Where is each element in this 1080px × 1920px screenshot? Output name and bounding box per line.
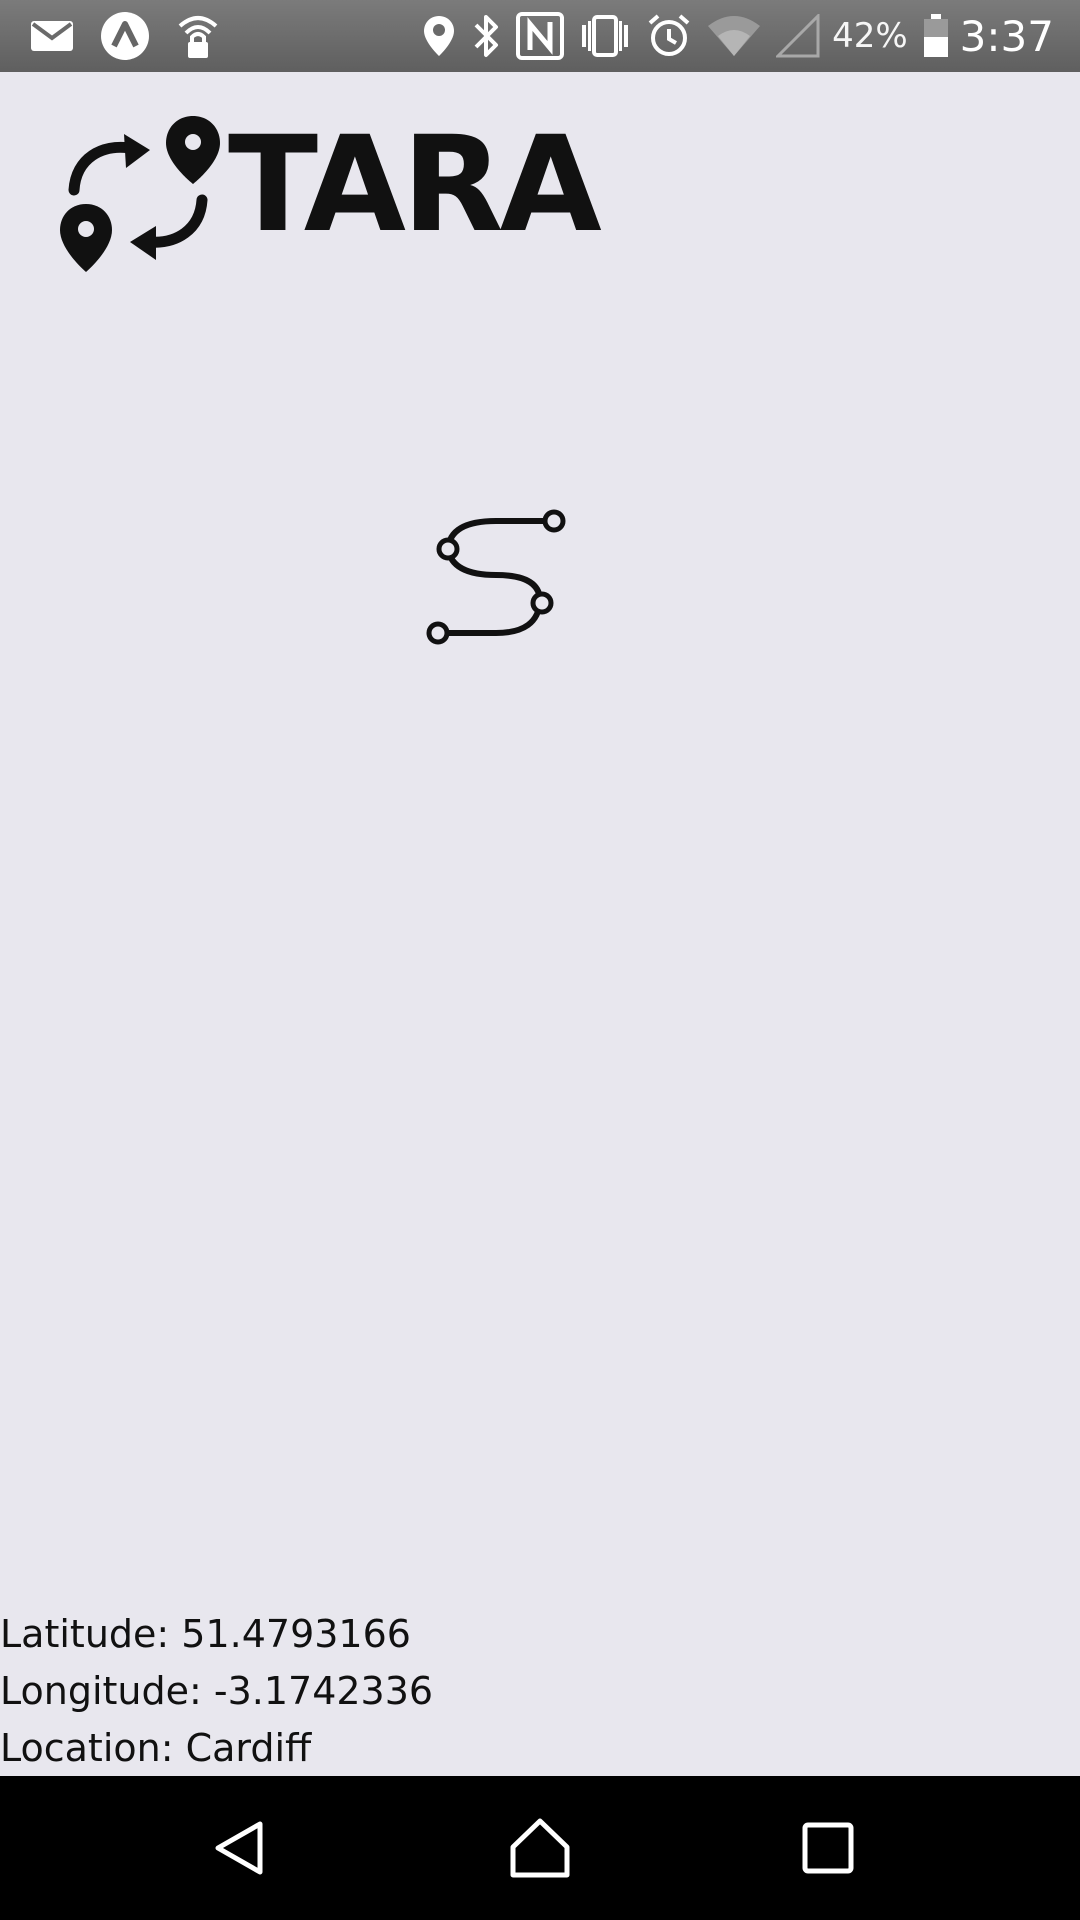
logo-text: TARA: [228, 112, 602, 262]
status-bar: 42% 3:37: [0, 0, 1080, 72]
cell-signal-icon: [776, 14, 820, 58]
wifi-icon: [706, 14, 762, 58]
app-notification-icon: [100, 11, 150, 61]
system-icons: 42% 3:37: [422, 0, 1054, 72]
home-button[interactable]: [490, 1798, 590, 1898]
battery-icon: [922, 13, 950, 59]
latitude-text: Latitude: 51.4793166: [0, 1612, 411, 1656]
location-pin-icon: [422, 14, 456, 58]
location-info: Latitude: 51.4793166 Longitude: -3.17423…: [0, 1606, 433, 1777]
nfc-icon: [516, 12, 565, 60]
recents-button[interactable]: [778, 1798, 878, 1898]
battery-percent: 42%: [832, 16, 908, 56]
route-swap-pins-icon: [60, 116, 220, 272]
home-icon: [510, 1818, 570, 1878]
route-icon: [420, 505, 570, 650]
wifi-lock-icon: [176, 12, 220, 60]
bluetooth-icon: [470, 13, 502, 59]
clock: 3:37: [959, 11, 1054, 61]
vibrate-icon: [578, 13, 632, 59]
back-icon: [215, 1821, 263, 1875]
location-text: Location: Cardiff: [0, 1726, 312, 1770]
tara-logo: TARA: [58, 108, 618, 282]
gmail-icon: [30, 20, 74, 52]
notification-icons: [30, 0, 246, 72]
longitude-text: Longitude: -3.1742336: [0, 1669, 434, 1713]
navigation-bar: [0, 1776, 1080, 1920]
back-button[interactable]: [190, 1798, 290, 1898]
recents-icon: [802, 1822, 854, 1874]
alarm-icon: [646, 13, 692, 59]
